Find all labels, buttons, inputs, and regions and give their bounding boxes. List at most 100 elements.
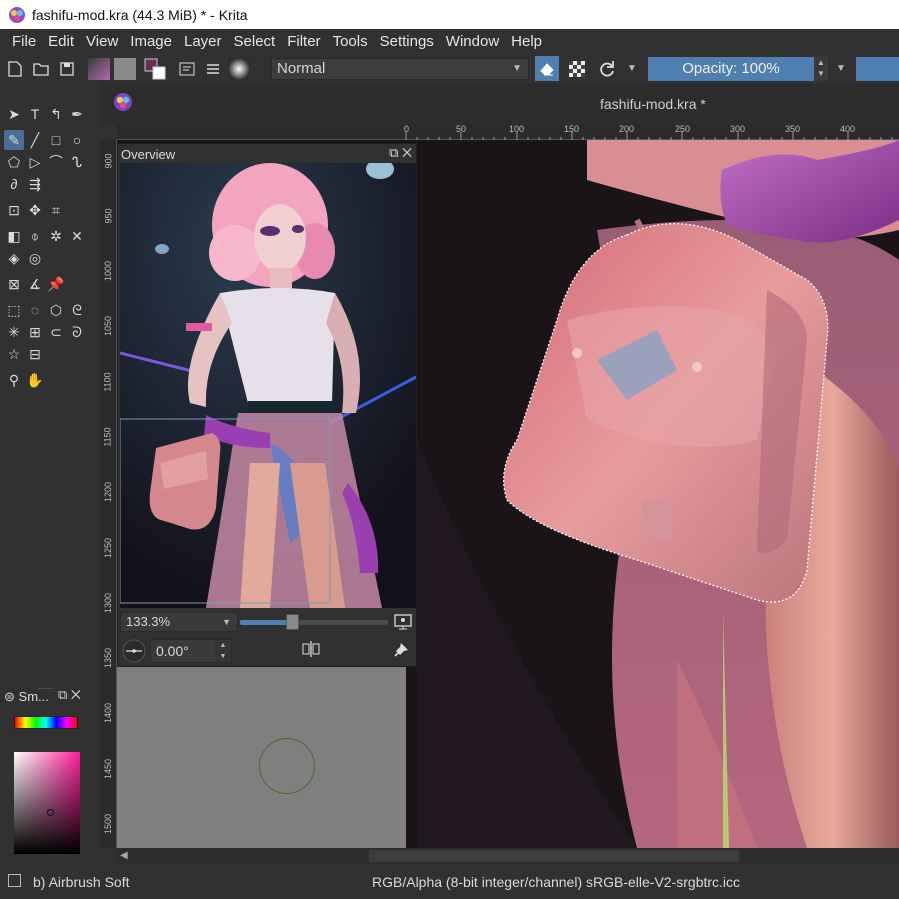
zoom-select[interactable]: 133.3% ▼ [120, 612, 238, 632]
gradient-preset-icon[interactable] [88, 58, 110, 80]
menu-view[interactable]: View [80, 33, 124, 50]
color-picker-icon[interactable]: ⌽ [25, 226, 45, 246]
crop-tool-icon[interactable]: ⌗ [46, 200, 66, 220]
fill-tool-icon[interactable]: ◈ [4, 248, 24, 268]
menu-select[interactable]: Select [228, 33, 282, 50]
chevron-down-icon: ▼ [512, 63, 522, 74]
menu-filter[interactable]: Filter [281, 33, 326, 50]
scrollbar-thumb[interactable] [369, 850, 739, 862]
fg-bg-color-icon[interactable] [144, 58, 166, 80]
horizontal-scrollbar[interactable]: ◀ [117, 848, 899, 864]
similar-select-icon[interactable]: ⊞ [25, 322, 45, 342]
alpha-lock-icon[interactable] [566, 58, 588, 80]
ruler-label: 400 [840, 124, 856, 134]
zoom-value: 133.3% [126, 614, 171, 629]
smart-patch-icon[interactable]: ✲ [46, 226, 66, 246]
lock-icon[interactable]: ⊜ [4, 689, 15, 704]
scroll-left-icon[interactable]: ◀ [120, 848, 128, 864]
fit-to-view-icon[interactable] [392, 613, 414, 633]
assistant-icon[interactable]: ⊠ [4, 274, 24, 294]
transform-tool-icon[interactable]: ⊡ [4, 200, 24, 220]
menu-image[interactable]: Image [124, 33, 178, 50]
reload-preset-icon[interactable] [596, 58, 618, 80]
freehand-select-icon[interactable]: ᘓ [67, 300, 87, 320]
brush-tool-icon[interactable]: ✎ [4, 130, 24, 150]
enclose-fill-icon[interactable]: ◎ [25, 248, 45, 268]
presets-list-icon[interactable] [202, 58, 224, 80]
zoom-slider-handle[interactable] [285, 614, 299, 630]
document-tab-bar: fashifu-mod.kra * [100, 84, 899, 124]
size-slider[interactable] [856, 57, 899, 81]
menu-tools[interactable]: Tools [327, 33, 374, 50]
new-document-icon[interactable] [4, 58, 26, 80]
float-docker-icon[interactable]: ⧉ [389, 145, 398, 160]
open-folder-icon[interactable] [30, 58, 52, 80]
close-docker-icon[interactable]: ✕ [402, 145, 412, 160]
grid-select-icon[interactable]: ⊟ [25, 344, 45, 364]
rotation-spinner[interactable]: ▲ ▼ [215, 640, 231, 662]
rotation-dial-icon[interactable] [120, 637, 148, 665]
brush-preset-thumb-icon[interactable] [228, 58, 250, 80]
preset-dropdown-icon[interactable]: ▼ [627, 58, 637, 80]
brush-preset-icon[interactable] [8, 874, 21, 887]
move-tool-icon[interactable]: ✥ [25, 200, 45, 220]
hue-slider[interactable] [14, 716, 78, 729]
mirror-view-icon[interactable] [300, 639, 322, 661]
overview-thumbnail[interactable] [120, 163, 416, 608]
magnetic-select-icon[interactable]: ᘐ [67, 322, 87, 342]
options-dropdown-icon[interactable]: ▼ [836, 57, 850, 81]
freehand-path-icon[interactable]: ᔐ [67, 152, 87, 172]
ruler-label: 1150 [102, 427, 113, 447]
line-tool-icon[interactable]: ╱ [25, 130, 45, 150]
menu-file[interactable]: File [6, 33, 42, 50]
pan-tool-icon[interactable]: ✋ [25, 370, 45, 390]
assistant-tool-icon[interactable]: ✕ [67, 226, 87, 246]
calligraphy-icon[interactable]: ✒ [67, 104, 87, 124]
text-tool-icon[interactable]: T [25, 104, 45, 124]
ellipse-tool-icon[interactable]: ○ [67, 130, 87, 150]
measure-tool-icon[interactable]: ∡ [25, 274, 45, 294]
reference-pin-icon[interactable]: 📌 [46, 274, 66, 294]
horizontal-ruler[interactable]: 0 50 100 150 200 250 300 350 400 [117, 124, 899, 140]
menu-help[interactable]: Help [505, 33, 548, 50]
zoom-slider[interactable] [240, 614, 388, 630]
saturation-value-square[interactable] [14, 752, 80, 854]
menu-layer[interactable]: Layer [178, 33, 228, 50]
eraser-mode-icon[interactable] [535, 56, 559, 81]
opacity-spinner[interactable]: ▲ ▼ [814, 57, 828, 81]
multibrush-icon[interactable]: ⇶ [25, 174, 45, 194]
opacity-slider[interactable]: Opacity: 100% [648, 57, 814, 81]
vertical-ruler[interactable]: 900 950 1000 1050 1100 1150 1200 1250 13… [100, 140, 117, 848]
zoom-tool-icon[interactable]: ⚲ [4, 370, 24, 390]
rotation-input[interactable]: 0.00° ▲ ▼ [150, 639, 232, 663]
rect-select-icon[interactable]: ⬚ [4, 300, 24, 320]
float-docker-icon[interactable]: ⧉ [58, 687, 67, 702]
edit-shapes-icon[interactable]: ↰ [46, 104, 66, 124]
pin-view-icon[interactable] [390, 639, 414, 661]
document-tab-title[interactable]: fashifu-mod.kra * [600, 96, 706, 112]
status-bar: b) Airbrush Soft RGB/Alpha (8-bit intege… [0, 864, 899, 899]
brush-editor-icon[interactable] [176, 58, 198, 80]
blend-mode-select[interactable]: Normal ▼ [271, 58, 529, 80]
pattern-preset-icon[interactable] [114, 58, 136, 80]
save-icon[interactable] [56, 58, 78, 80]
close-docker-icon[interactable]: ✕ [71, 687, 81, 702]
rectangle-tool-icon[interactable]: □ [46, 130, 66, 150]
menu-edit[interactable]: Edit [42, 33, 80, 50]
bezier-select-icon[interactable]: ⊂ [46, 322, 66, 342]
dynamic-brush-icon[interactable]: ∂ [4, 174, 24, 194]
select-shapes-icon[interactable]: ➤ [4, 104, 24, 124]
contiguous-select-icon[interactable]: ✳ [4, 322, 24, 342]
polygon-select-icon[interactable]: ⬡ [46, 300, 66, 320]
menu-settings[interactable]: Settings [374, 33, 440, 50]
bezier-tool-icon[interactable]: ⌒ [46, 152, 66, 172]
gradient-tool-icon[interactable]: ◧ [4, 226, 24, 246]
ruler-label: 350 [785, 124, 801, 134]
color-picker-handle[interactable] [47, 809, 54, 816]
polygon-tool-icon[interactable]: ⬠ [4, 152, 24, 172]
star-select-icon[interactable]: ☆ [4, 344, 24, 364]
empty-canvas-area[interactable] [117, 667, 406, 848]
polyline-tool-icon[interactable]: ▷ [25, 152, 45, 172]
menu-window[interactable]: Window [440, 33, 505, 50]
ellipse-select-icon[interactable]: ◌ [25, 300, 45, 320]
